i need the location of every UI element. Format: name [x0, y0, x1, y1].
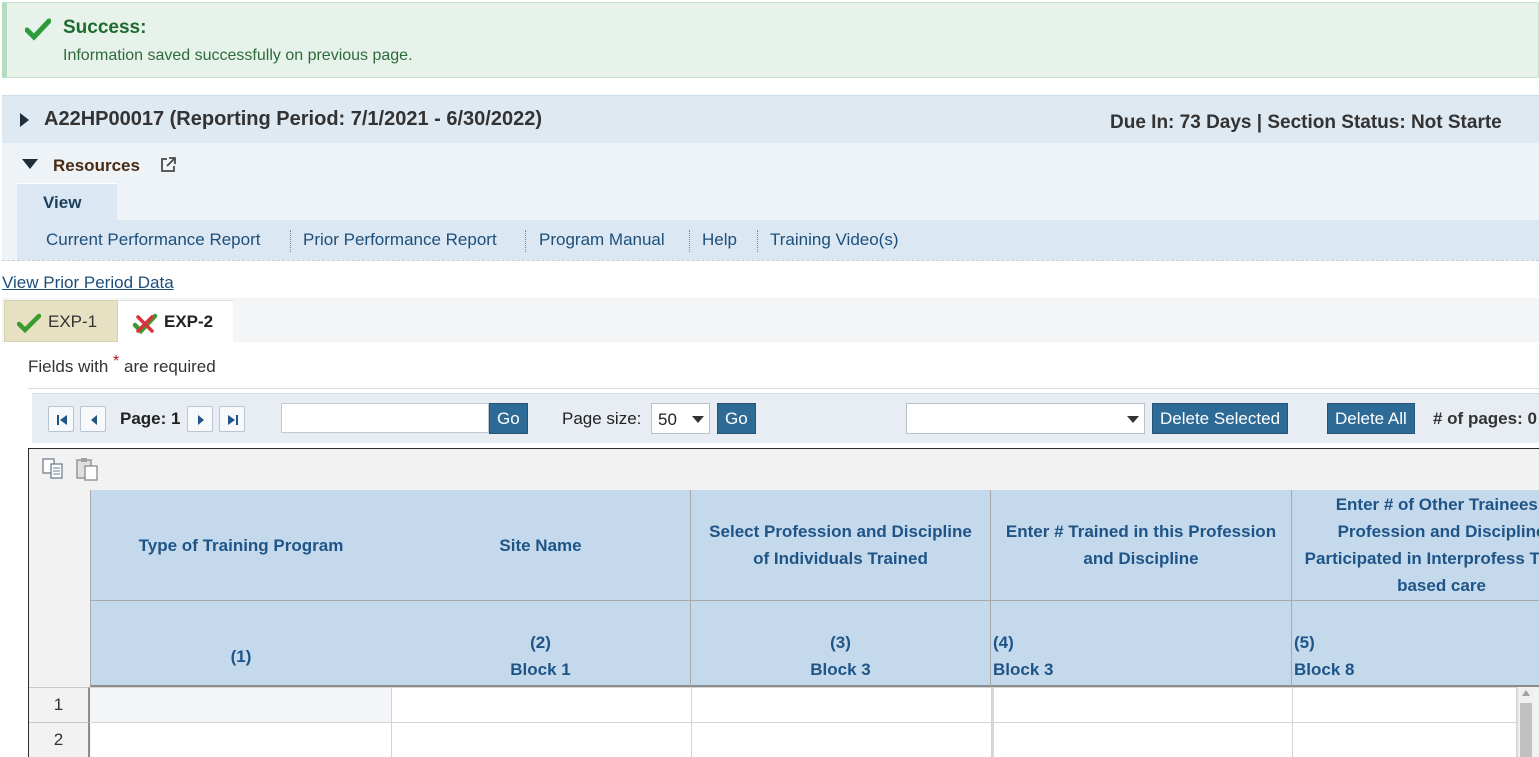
link-training-videos[interactable]: Training Video(s): [770, 230, 899, 250]
link-separator: [525, 230, 526, 252]
success-message: Information saved successfully on previo…: [63, 47, 413, 64]
delete-all-button[interactable]: Delete All: [1327, 403, 1415, 434]
paste-icon[interactable]: [75, 456, 101, 482]
external-link-icon[interactable]: [159, 156, 177, 174]
action-select[interactable]: [906, 403, 1145, 434]
tab-view-label: View: [43, 193, 82, 212]
last-page-icon: [228, 415, 238, 425]
header-profession-discipline[interactable]: Select Profession and Discipline of Indi…: [691, 490, 991, 601]
table-cell[interactable]: [1293, 687, 1517, 722]
link-prior-performance-report[interactable]: Prior Performance Report: [303, 230, 497, 250]
required-note-text: Fields with: [28, 357, 109, 376]
collapse-triangle-icon[interactable]: [22, 159, 38, 169]
page-size-select[interactable]: 50: [651, 403, 710, 434]
first-page-button[interactable]: [48, 406, 74, 432]
data-grid: Type of Training Program Site Name Selec…: [28, 448, 1539, 757]
view-prior-period-link[interactable]: View Prior Period Data: [2, 273, 174, 293]
table-cell[interactable]: [992, 722, 1293, 757]
required-star-icon: *: [113, 353, 120, 370]
table-cell[interactable]: [91, 722, 392, 757]
vertical-scrollbar[interactable]: [1517, 687, 1534, 757]
tab-exp-2-label: EXP-2: [164, 312, 214, 331]
table-cell[interactable]: [1293, 722, 1517, 757]
previous-page-icon: [91, 415, 97, 425]
last-page-button[interactable]: [219, 406, 245, 432]
subheader-col-1-number: (1): [230, 647, 252, 666]
subheader-col-2: (2) Block 1: [391, 601, 691, 687]
scroll-up-icon[interactable]: [1522, 690, 1530, 696]
link-separator: [757, 230, 758, 252]
page-size-label: Page size:: [562, 409, 642, 428]
subheader-col-3-block: Block 3: [810, 660, 871, 679]
go-page-button[interactable]: Go: [489, 403, 528, 434]
checkmark-icon: [25, 18, 51, 41]
subheader-col-4: (4) Block 3: [991, 601, 1292, 687]
delete-selected-button[interactable]: Delete Selected: [1152, 403, 1289, 434]
checkmark-icon: [17, 313, 41, 333]
tab-view[interactable]: View: [17, 183, 117, 220]
section-status: Due In: 73 Days | Section Status: Not St…: [1110, 112, 1502, 133]
subheader-col-4-block: Block 3: [993, 660, 1054, 679]
row-number: 2: [29, 722, 90, 757]
row-number: 1: [29, 687, 90, 722]
subheader-col-2-number: (2): [530, 633, 551, 652]
chevron-down-icon: [692, 416, 704, 423]
header-number-trained[interactable]: Enter # Trained in this Profession and D…: [991, 490, 1292, 601]
required-fields-note: Fields with * are required: [28, 353, 216, 377]
subheader-col-1: (1): [90, 601, 392, 687]
subheader-col-5-block: Block 8: [1294, 660, 1355, 679]
table-cell[interactable]: [992, 687, 1293, 722]
resources-label[interactable]: Resources: [53, 156, 140, 176]
first-page-icon: [57, 415, 67, 425]
table-cell[interactable]: [392, 722, 692, 757]
subheader-col-5: (5) Block 8: [1292, 601, 1539, 687]
form-tabs: EXP-1 EXP-2: [2, 298, 1539, 342]
report-header: A22HP00017 (Reporting Period: 7/1/2021 -…: [2, 95, 1539, 143]
link-program-manual[interactable]: Program Manual: [539, 230, 665, 250]
next-page-button[interactable]: [187, 406, 213, 432]
expand-triangle-icon[interactable]: [20, 113, 29, 127]
table-cell[interactable]: [91, 687, 392, 722]
pager-toolbar: Page: 1 Go Page size: 50 Go Delete Selec…: [32, 393, 1539, 443]
header-site-name[interactable]: Site Name: [391, 490, 691, 601]
link-help[interactable]: Help: [702, 230, 737, 250]
tab-exp-1-label: EXP-1: [48, 312, 98, 331]
link-current-performance-report[interactable]: Current Performance Report: [46, 230, 260, 250]
table-cell[interactable]: [692, 722, 992, 757]
tab-exp-2[interactable]: EXP-2: [118, 300, 233, 342]
incomplete-status-icon: [132, 313, 158, 335]
tab-exp-1[interactable]: EXP-1: [4, 300, 118, 342]
header-other-trainees[interactable]: Enter # of Other Trainees i Profession a…: [1292, 490, 1539, 601]
subheader-col-3: (3) Block 3: [691, 601, 991, 687]
required-note-text-end: are required: [124, 357, 216, 376]
page-indicator: Page: 1: [120, 409, 181, 428]
subheader-col-3-number: (3): [830, 633, 851, 652]
header-type-of-training-program[interactable]: Type of Training Program: [90, 490, 392, 601]
link-separator: [290, 230, 291, 252]
subheader-col-5-number: (5): [1294, 633, 1315, 652]
scrollbar-thumb[interactable]: [1520, 703, 1532, 757]
page-number-input[interactable]: [281, 403, 489, 433]
grant-title: A22HP00017 (Reporting Period: 7/1/2021 -…: [44, 108, 543, 130]
success-title: Success:: [63, 17, 147, 38]
go-page-size-button[interactable]: Go: [717, 403, 756, 434]
success-banner: Success: Information saved successfully …: [2, 2, 1539, 78]
resource-links: Current Performance Report Prior Perform…: [17, 220, 1539, 260]
num-pages-label: # of pages: 0: [1433, 409, 1537, 428]
previous-page-button[interactable]: [80, 406, 106, 432]
table-cell[interactable]: [392, 687, 692, 722]
subheader-col-4-number: (4): [993, 633, 1014, 652]
link-separator: [689, 230, 690, 252]
subheader-col-2-block: Block 1: [510, 660, 571, 679]
divider: [28, 388, 1539, 389]
next-page-icon: [198, 415, 204, 425]
page-size-value: 50: [658, 410, 677, 429]
table-cell[interactable]: [692, 687, 992, 722]
chevron-down-icon: [1127, 416, 1139, 423]
resources-panel: Resources View Current Performance Repor…: [2, 143, 1539, 261]
copy-icon[interactable]: [41, 457, 67, 481]
